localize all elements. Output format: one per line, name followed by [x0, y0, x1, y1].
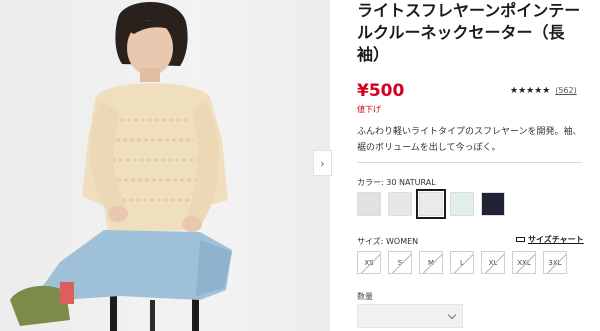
rating[interactable]: ★★★★★ (562): [510, 86, 577, 96]
next-image-button[interactable]: ›: [313, 150, 332, 176]
color-label: カラー: 30 NATURAL: [357, 178, 436, 187]
ruler-icon: [516, 237, 525, 242]
size-option[interactable]: XL: [481, 251, 505, 274]
color-swatch[interactable]: [357, 192, 381, 216]
section-divider: [357, 162, 582, 163]
size-chart-link[interactable]: サイズチャート: [516, 234, 584, 245]
color-swatch-selected[interactable]: [416, 189, 446, 219]
size-chart-label: サイズチャート: [528, 235, 584, 244]
product-description: ふんわり軽いライトタイプのスフレヤーンを開発。袖、裾のボリュームを出して今っぽく…: [357, 127, 582, 153]
size-options: XS S M L XL XXL 3XL: [357, 251, 567, 274]
color-swatch[interactable]: [481, 192, 505, 216]
chevron-right-icon: ›: [320, 156, 325, 170]
product-image[interactable]: [0, 0, 330, 331]
size-option[interactable]: S: [388, 251, 412, 274]
product-title: ライトスフレヤーンポインテールクルーネックセーター（長袖）: [357, 1, 581, 64]
size-option[interactable]: XS: [357, 251, 381, 274]
price-reduced-badge: 値下げ: [357, 105, 381, 114]
chevron-down-icon: [447, 310, 457, 320]
product-price: ¥500: [357, 81, 405, 101]
size-option[interactable]: 3XL: [543, 251, 567, 274]
color-swatches: [357, 189, 505, 219]
quantity-label: 数量: [357, 292, 373, 301]
size-option[interactable]: L: [450, 251, 474, 274]
color-swatch[interactable]: [450, 192, 474, 216]
size-option[interactable]: XXL: [512, 251, 536, 274]
review-count-link[interactable]: (562): [555, 86, 577, 95]
size-option[interactable]: M: [419, 251, 443, 274]
model-illustration: [10, 2, 232, 331]
star-rating-icon: ★★★★★: [510, 86, 551, 96]
color-swatch[interactable]: [388, 192, 412, 216]
quantity-select[interactable]: [357, 304, 463, 328]
size-label: サイズ: WOMEN: [357, 237, 419, 246]
